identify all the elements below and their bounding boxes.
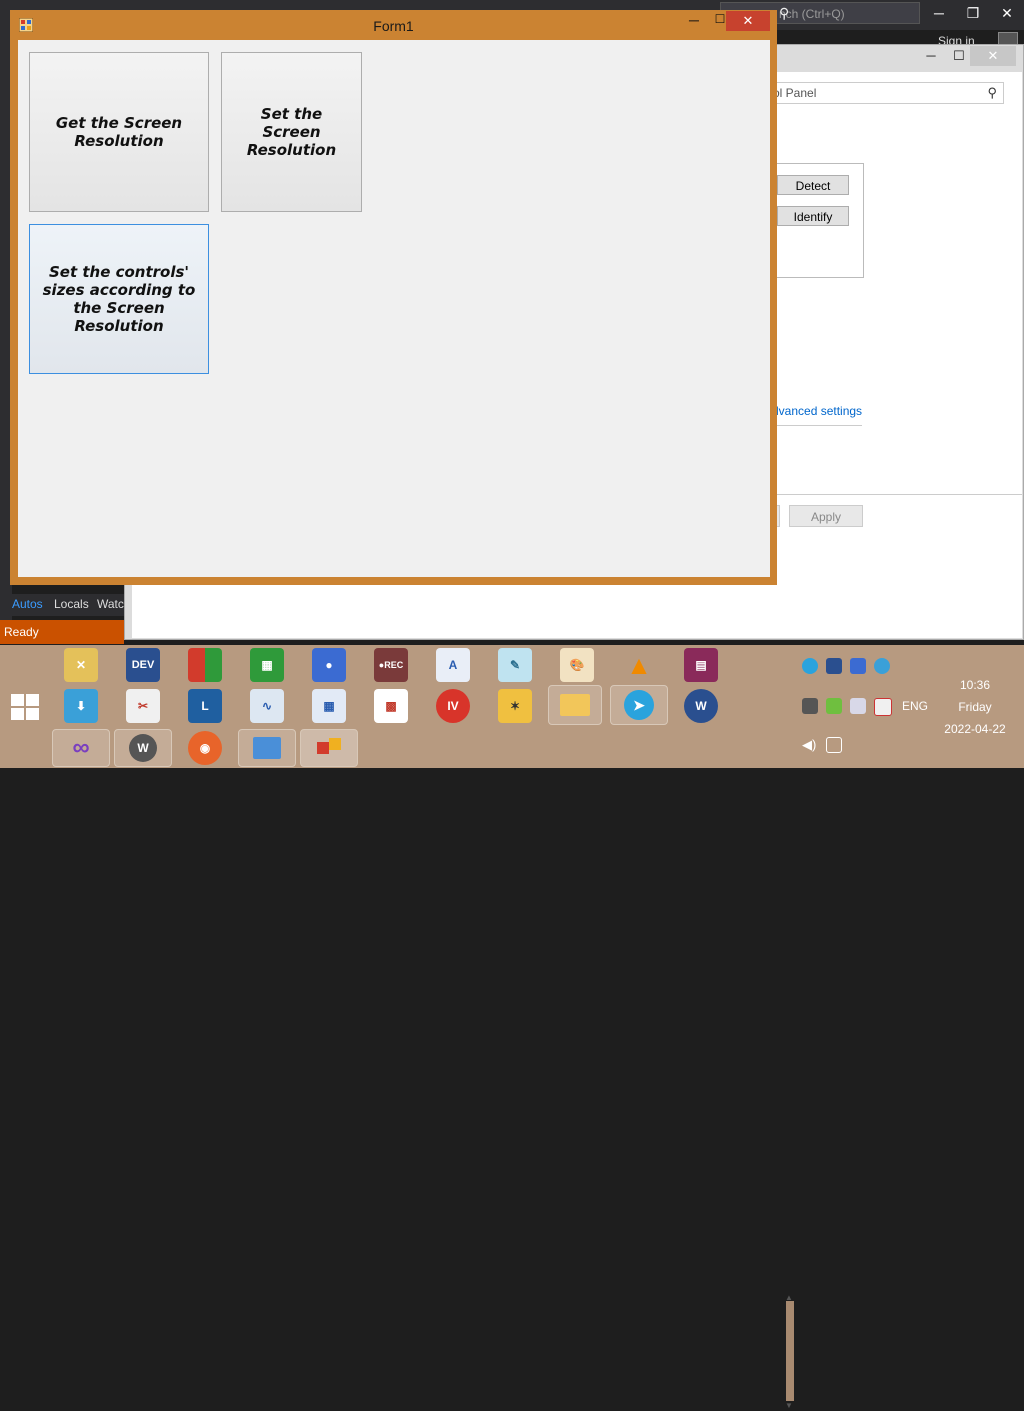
taskbar-scrollbar[interactable]: ▲ ▼ [783, 1291, 796, 1411]
nvidia-tray-icon[interactable] [826, 698, 842, 714]
set-controls-sizes-button[interactable]: Set the controls' sizes according to the… [29, 224, 209, 374]
control-panel-icon[interactable] [238, 729, 296, 767]
apply-button[interactable]: Apply [789, 505, 863, 527]
clock-time[interactable]: 10:36 [944, 678, 1006, 692]
file-explorer-icon[interactable] [548, 685, 602, 725]
cp-search-input[interactable]: ol Panel ⚲ [768, 82, 1004, 104]
snipping-tool-icon[interactable]: ✂ [126, 689, 160, 723]
status-text: Ready [4, 625, 39, 639]
clock-day: Friday [958, 700, 992, 714]
telegram-icon[interactable]: ➤ [610, 685, 668, 725]
cp-minimize-button[interactable]: ─ [916, 48, 946, 63]
form-minimize-button[interactable]: ─ [682, 12, 706, 32]
winrar-icon[interactable]: ▤ [684, 648, 718, 682]
identify-button[interactable]: Identify [777, 206, 849, 226]
tab-watch[interactable]: Watc [97, 597, 124, 611]
form1-app-icon[interactable] [300, 729, 358, 767]
network-tray-icon[interactable] [850, 698, 866, 714]
calculator-app-icon[interactable]: ▦ [312, 689, 346, 723]
set-screen-resolution-button[interactable]: Set the Screen Resolution [221, 52, 362, 212]
search-icon: ⚲ [987, 85, 997, 100]
notepad-icon[interactable]: ✎ [498, 648, 532, 682]
w-app-icon[interactable]: W [114, 729, 172, 767]
w-tray-icon[interactable] [826, 658, 842, 674]
cp-close-button[interactable]: ✕ [970, 46, 1016, 66]
search-icon: ⚲ [779, 5, 790, 21]
minesweeper-icon[interactable]: ▩ [374, 689, 408, 723]
reader-app-icon[interactable]: ✶ [498, 689, 532, 723]
internet-download-icon[interactable]: ⬇ [64, 689, 98, 723]
scroll-down-icon[interactable]: ▼ [785, 1401, 793, 1410]
resource-monitor-icon[interactable]: ∿ [250, 689, 284, 723]
paint-icon[interactable]: 🎨 [560, 648, 594, 682]
police-tray-icon[interactable] [850, 658, 866, 674]
action-center-icon[interactable] [826, 737, 842, 753]
vs-close-button[interactable]: ✕ [992, 5, 1022, 22]
divider [772, 425, 862, 426]
no-network-tray-icon[interactable] [874, 698, 892, 716]
vlc-icon[interactable]: ▲ [622, 648, 656, 682]
devcpp-icon[interactable]: DEV [126, 648, 160, 682]
vs-status-bar: Ready [0, 620, 124, 644]
visual-studio-icon[interactable]: ∞ [52, 729, 110, 767]
display-group-box: Detect Identify [762, 163, 864, 278]
form-title: Form1 [373, 18, 414, 34]
shield-tray-icon[interactable] [802, 698, 818, 714]
vs-maximize-button[interactable]: ❐ [958, 5, 988, 22]
iv-app-icon[interactable]: IV [436, 689, 470, 723]
firefox-icon[interactable]: ◉ [188, 731, 222, 765]
vs-minimize-button[interactable]: ─ [924, 5, 954, 21]
tab-autos[interactable]: Autos [12, 597, 43, 611]
telegram-tray-icon[interactable] [802, 658, 818, 674]
winsxs-w-icon[interactable]: W [684, 689, 718, 723]
taskbar: ✕ DEV ▦ ● ●REC A ✎ 🎨 ▲ ▤ ⬇ ✂ L ∿ ▦ ▩ IV … [0, 645, 1024, 1410]
cp-search-text: ol Panel [773, 86, 817, 100]
form-close-button[interactable]: ✕ [726, 11, 770, 31]
detect-button[interactable]: Detect [777, 175, 849, 195]
calculator-icon[interactable]: ▦ [250, 648, 284, 682]
form1-window: Form1 ─ ☐ ✕ Get the Screen Resolution Se… [10, 10, 777, 585]
wordpad-icon[interactable]: A [436, 648, 470, 682]
language-indicator[interactable]: ENG [898, 699, 932, 713]
windows-start-icon[interactable] [10, 693, 40, 721]
dev-tools-icon[interactable]: ✕ [64, 648, 98, 682]
form-client-area: Get the Screen Resolution Set the Screen… [18, 40, 770, 577]
vs-debug-tabs: Autos Locals Watc [0, 594, 124, 616]
lightshot-icon[interactable]: L [188, 689, 222, 723]
clock-date: 2022-04-22 [944, 722, 1006, 736]
record-app-icon[interactable]: ●REC [374, 648, 408, 682]
tab-locals[interactable]: Locals [54, 597, 89, 611]
advanced-settings-link[interactable]: dvanced settings [772, 404, 862, 418]
volume-icon[interactable]: ◀) [802, 737, 818, 753]
police-stop-icon[interactable]: ● [312, 648, 346, 682]
form1-title-bar[interactable]: Form1 ─ ☐ ✕ [10, 10, 777, 40]
download-tray-icon[interactable] [874, 658, 890, 674]
get-screen-resolution-button[interactable]: Get the Screen Resolution [29, 52, 209, 212]
winmerge-icon[interactable] [188, 648, 222, 682]
